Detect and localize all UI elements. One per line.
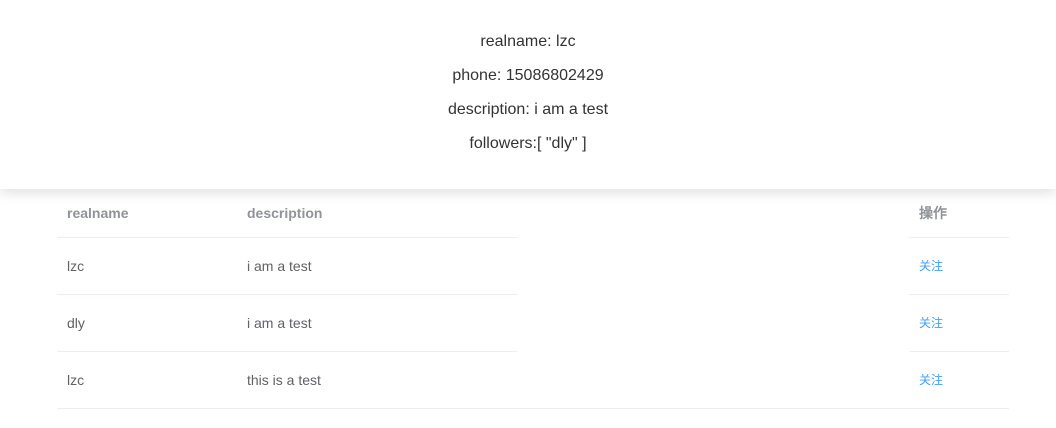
row-divider <box>57 237 517 238</box>
row-divider <box>909 294 1009 295</box>
table-bottom-border <box>57 408 1009 409</box>
header-description: description <box>247 205 323 221</box>
row-divider <box>57 294 517 295</box>
users-table: realname description 操作 lzc i am a test … <box>57 189 1009 409</box>
follow-button[interactable]: 关注 <box>919 313 943 333</box>
row-divider <box>909 351 1009 352</box>
follow-button[interactable]: 关注 <box>919 256 943 276</box>
cell-description: this is a test <box>247 372 321 388</box>
row-divider <box>909 237 1009 238</box>
cell-realname: dly <box>67 315 85 331</box>
user-profile-card: realname: lzc phone: 15086802429 descrip… <box>0 0 1056 189</box>
profile-description: description: i am a test <box>447 101 609 118</box>
cell-description: i am a test <box>247 315 312 331</box>
cell-realname: lzc <box>67 258 85 274</box>
follow-button[interactable]: 关注 <box>919 370 943 390</box>
row-divider <box>57 351 517 352</box>
profile-phone: phone: 15086802429 <box>452 67 604 84</box>
header-operation: 操作 <box>919 205 947 221</box>
profile-realname: realname: lzc <box>480 33 576 50</box>
header-realname: realname <box>67 205 129 221</box>
cell-realname: lzc <box>67 372 85 388</box>
profile-followers: followers:[ "dly" ] <box>469 135 587 152</box>
cell-description: i am a test <box>247 258 312 274</box>
